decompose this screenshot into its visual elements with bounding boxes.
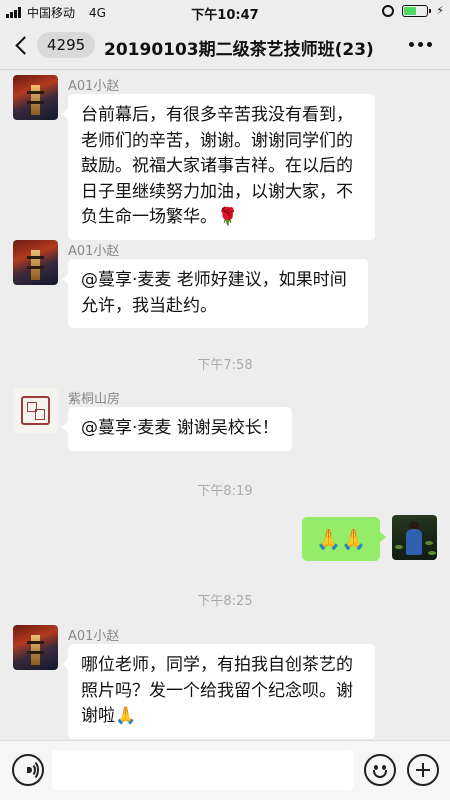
status-right: ⚡ [382, 4, 444, 17]
status-bar: 中国移动 4G 下午10:47 ⚡ [0, 0, 450, 24]
voice-button[interactable] [12, 754, 44, 786]
time-divider: 下午7:58 [197, 358, 253, 373]
message-bubble[interactable]: @蔓享·麦麦 谢谢吴校长！ [62, 407, 292, 451]
message-bubble[interactable]: 哪位老师，同学，有拍我自创茶艺的照片吗？发一个给我留个纪念呗。谢谢啦🙏 [62, 644, 375, 739]
chat-title: 20190103期二级茶艺技师班(23) [104, 40, 374, 60]
avatar[interactable] [13, 625, 58, 670]
nav-bar: 4295 20190103期二级茶艺技师班(23) [0, 24, 450, 70]
more-button[interactable] [409, 42, 432, 47]
message-list[interactable]: A01小赵 台前幕后，有很多辛苦我没有看到，老师们的辛苦，谢谢。谢谢同学们的鼓励… [0, 70, 450, 740]
chevron-left-icon [15, 35, 34, 55]
message-bubble[interactable]: 🙏🙏 [302, 517, 386, 561]
sender-name: A01小赵 [68, 79, 120, 94]
more-dots-icon [409, 42, 414, 47]
plus-button[interactable] [407, 754, 439, 786]
charging-icon: ⚡ [436, 4, 444, 17]
avatar[interactable] [392, 515, 437, 560]
unread-count-badge: 4295 [37, 32, 96, 58]
message-input[interactable] [52, 750, 354, 790]
battery-fill [404, 6, 417, 15]
back-button[interactable]: 4295 [12, 32, 96, 58]
battery-icon [402, 4, 432, 17]
rotation-lock-icon [382, 4, 395, 17]
input-bar [0, 740, 450, 800]
emoji-button[interactable] [364, 754, 396, 786]
sender-name: A01小赵 [68, 629, 120, 644]
avatar[interactable] [13, 240, 58, 285]
sender-name: 紫桐山房 [68, 392, 121, 407]
time-divider: 下午8:19 [197, 484, 253, 499]
sender-name: A01小赵 [68, 244, 120, 259]
time-divider: 下午8:25 [197, 594, 253, 609]
message-bubble[interactable]: 台前幕后，有很多辛苦我没有看到，老师们的辛苦，谢谢。谢谢同学们的鼓励。祝福大家诸… [62, 94, 375, 240]
avatar[interactable] [13, 75, 58, 120]
message-bubble[interactable]: @蔓享·麦麦 老师好建议，如果时间允许，我当赴约。 [62, 259, 368, 328]
avatar[interactable] [13, 388, 58, 433]
